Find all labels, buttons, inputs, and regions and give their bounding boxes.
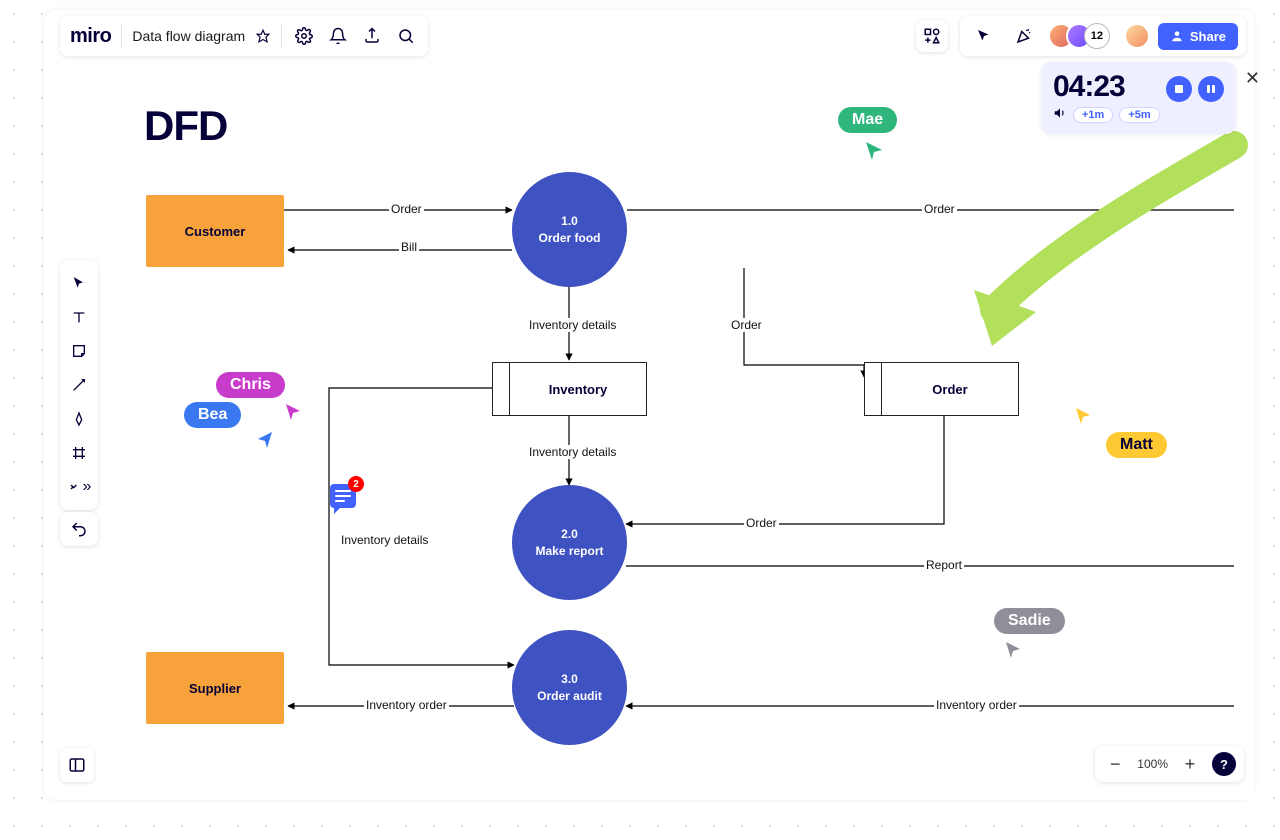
timer-add-5m-button[interactable]: +5m bbox=[1119, 107, 1159, 123]
left-toolbar: » bbox=[60, 260, 98, 510]
cursor-icon bbox=[254, 430, 274, 450]
search-icon[interactable] bbox=[394, 24, 418, 48]
user-pill-bea: Bea bbox=[184, 402, 241, 428]
text-tool-icon[interactable] bbox=[66, 304, 92, 330]
divider bbox=[121, 24, 122, 48]
board-name[interactable]: Data flow diagram bbox=[132, 28, 245, 44]
own-avatar[interactable] bbox=[1124, 23, 1150, 49]
comment-count-badge: 2 bbox=[348, 476, 364, 492]
user-pill-sadie: Sadie bbox=[994, 608, 1065, 634]
zoom-percent[interactable]: 100% bbox=[1133, 757, 1172, 771]
process-number: 3.0 bbox=[537, 671, 602, 688]
process-order-food[interactable]: 1.0 Order food bbox=[512, 172, 627, 287]
star-icon[interactable] bbox=[255, 24, 271, 48]
top-right-cluster: 12 Share bbox=[916, 16, 1246, 56]
diagram-canvas[interactable]: DFD Custome bbox=[74, 60, 1254, 800]
flow-label: Inventory details bbox=[339, 533, 430, 547]
datastore-order[interactable]: Order bbox=[864, 362, 1019, 416]
datastore-label: Order bbox=[882, 382, 1018, 397]
flow-label: Order bbox=[922, 202, 957, 216]
process-name: Make report bbox=[535, 543, 603, 560]
flow-label: Order bbox=[729, 318, 764, 332]
connector-tool-icon[interactable] bbox=[66, 372, 92, 398]
apps-icon[interactable] bbox=[916, 20, 948, 52]
flow-label: Report bbox=[924, 558, 964, 572]
select-tool-icon[interactable] bbox=[66, 270, 92, 296]
comment-icon[interactable]: 2 bbox=[330, 484, 356, 508]
flow-label: Order bbox=[744, 516, 779, 530]
user-pill-matt: Matt bbox=[1106, 432, 1167, 458]
user-pill-mae: Mae bbox=[838, 107, 897, 133]
cursor-icon bbox=[1074, 406, 1094, 426]
entity-label: Customer bbox=[185, 224, 246, 239]
zoom-in-button[interactable]: + bbox=[1178, 752, 1202, 776]
datastore-label: Inventory bbox=[510, 382, 646, 397]
flow-label: Inventory order bbox=[934, 698, 1019, 712]
timer-widget[interactable]: 04:23 +1m +5m ✕ bbox=[1041, 62, 1236, 134]
pen-tool-icon[interactable] bbox=[66, 406, 92, 432]
flow-label: Inventory order bbox=[364, 698, 449, 712]
share-button[interactable]: Share bbox=[1158, 23, 1238, 50]
timer-stop-button[interactable] bbox=[1166, 76, 1192, 102]
process-name: Order audit bbox=[537, 688, 602, 705]
process-order-audit[interactable]: 3.0 Order audit bbox=[512, 630, 627, 745]
flow-label: Bill bbox=[399, 240, 419, 254]
process-number: 2.0 bbox=[535, 526, 603, 543]
panel-toggle-icon[interactable] bbox=[60, 748, 94, 782]
bell-icon[interactable] bbox=[326, 24, 350, 48]
process-number: 1.0 bbox=[539, 213, 601, 230]
top-toolbar: miro Data flow diagram bbox=[60, 16, 428, 56]
export-icon[interactable] bbox=[360, 24, 384, 48]
datastore-bar bbox=[492, 363, 510, 415]
datastore-bar bbox=[864, 363, 882, 415]
datastore-inventory[interactable]: Inventory bbox=[492, 362, 647, 416]
flow-label: Order bbox=[389, 202, 424, 216]
sticky-note-tool-icon[interactable] bbox=[66, 338, 92, 364]
entity-supplier[interactable]: Supplier bbox=[146, 652, 284, 724]
frame-tool-icon[interactable] bbox=[66, 440, 92, 466]
participant-count: 12 bbox=[1084, 23, 1110, 49]
settings-icon[interactable] bbox=[292, 24, 316, 48]
entity-customer[interactable]: Customer bbox=[146, 195, 284, 267]
timer-add-1m-button[interactable]: +1m bbox=[1073, 107, 1113, 123]
timer-close-icon[interactable]: ✕ bbox=[1245, 68, 1260, 89]
participants-avatars[interactable]: 12 bbox=[1048, 23, 1110, 49]
zoom-controls: − 100% + ? bbox=[1095, 746, 1244, 782]
user-pill-chris: Chris bbox=[216, 372, 285, 398]
flow-label: Inventory details bbox=[527, 445, 618, 459]
process-name: Order food bbox=[539, 230, 601, 247]
process-make-report[interactable]: 2.0 Make report bbox=[512, 485, 627, 600]
share-button-label: Share bbox=[1190, 29, 1226, 44]
help-button[interactable]: ? bbox=[1212, 752, 1236, 776]
divider bbox=[281, 24, 282, 48]
cursor-icon bbox=[284, 402, 304, 422]
volume-icon[interactable] bbox=[1053, 106, 1067, 123]
zoom-out-button[interactable]: − bbox=[1103, 752, 1127, 776]
flow-label: Inventory details bbox=[527, 318, 618, 332]
more-tools-icon[interactable]: » bbox=[66, 474, 92, 500]
undo-button[interactable] bbox=[60, 512, 98, 546]
cursor-arrow-icon[interactable] bbox=[968, 20, 1000, 52]
entity-label: Supplier bbox=[189, 681, 241, 696]
timer-pause-button[interactable] bbox=[1198, 76, 1224, 102]
cursor-icon bbox=[864, 140, 886, 162]
collab-group: 12 Share bbox=[960, 16, 1246, 56]
confetti-icon[interactable] bbox=[1008, 20, 1040, 52]
diagram-title[interactable]: DFD bbox=[144, 102, 227, 150]
miro-logo-icon[interactable]: miro bbox=[70, 25, 111, 48]
cursor-icon bbox=[1004, 640, 1024, 660]
